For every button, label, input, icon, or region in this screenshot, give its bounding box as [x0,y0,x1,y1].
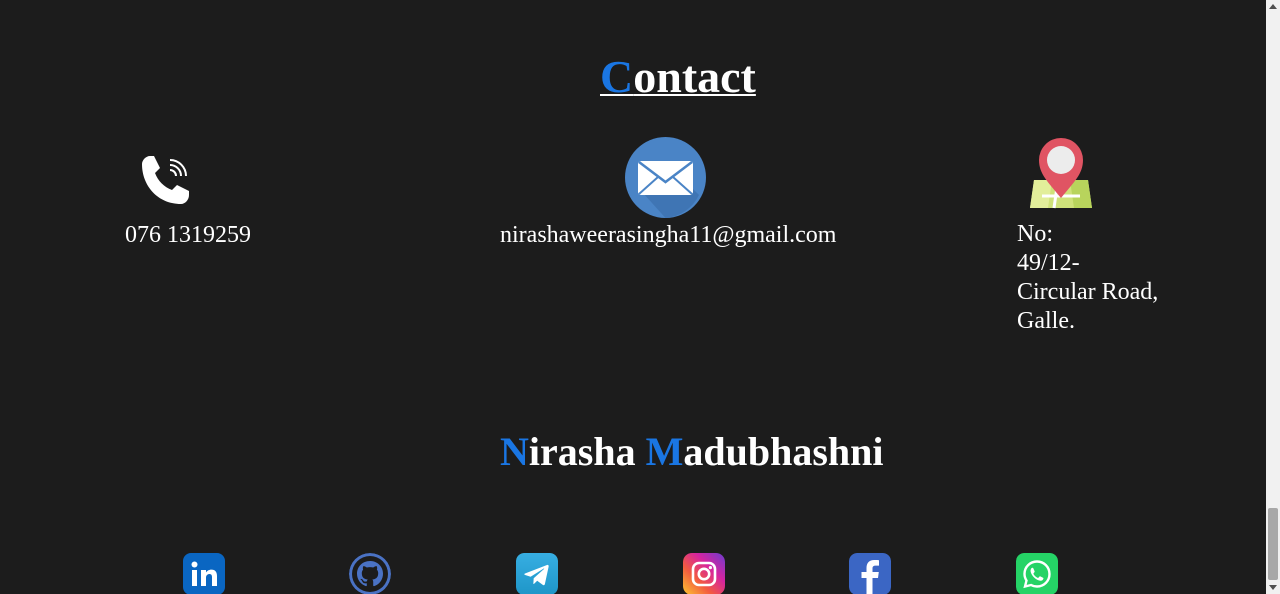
linkedin-icon[interactable] [183,553,225,594]
address-line: Circular Road, [1017,279,1159,305]
vertical-scrollbar[interactable] [1266,0,1280,594]
address-block: No: 49/12- Circular Road, Galle. [1017,220,1207,336]
map-pin-icon [1028,136,1094,211]
name-last-rest: adubhashni [683,429,884,474]
address-line: 49/12- [1017,250,1080,276]
name-first-initial: N [500,429,529,474]
envelope-icon [625,137,706,218]
owner-name: Nirasha Madubhashni [500,428,884,476]
instagram-icon[interactable] [683,553,725,594]
telegram-icon[interactable] [516,553,558,594]
address-line: Galle. [1017,308,1075,334]
github-icon[interactable] [349,553,391,594]
scrollbar-thumb[interactable] [1268,508,1278,580]
address-line: No: [1017,221,1053,247]
page: Contact 076 1319259 nirashaweerasingha11… [0,0,1266,594]
scroll-up-arrow-icon[interactable] [1266,0,1280,14]
contact-heading-initial: C [600,51,634,102]
email-address[interactable]: nirashaweerasingha11@gmail.com [500,220,836,250]
name-first-rest: irasha [528,429,646,474]
name-last-initial: M [645,429,684,474]
contact-heading: Contact [600,52,756,102]
facebook-icon[interactable] [849,553,891,594]
scroll-down-arrow-icon[interactable] [1266,580,1280,594]
whatsapp-icon[interactable] [1016,553,1058,594]
phone-number[interactable]: 076 1319259 [125,220,251,250]
phone-icon [136,150,196,210]
contact-heading-rest: ontact [633,51,756,102]
